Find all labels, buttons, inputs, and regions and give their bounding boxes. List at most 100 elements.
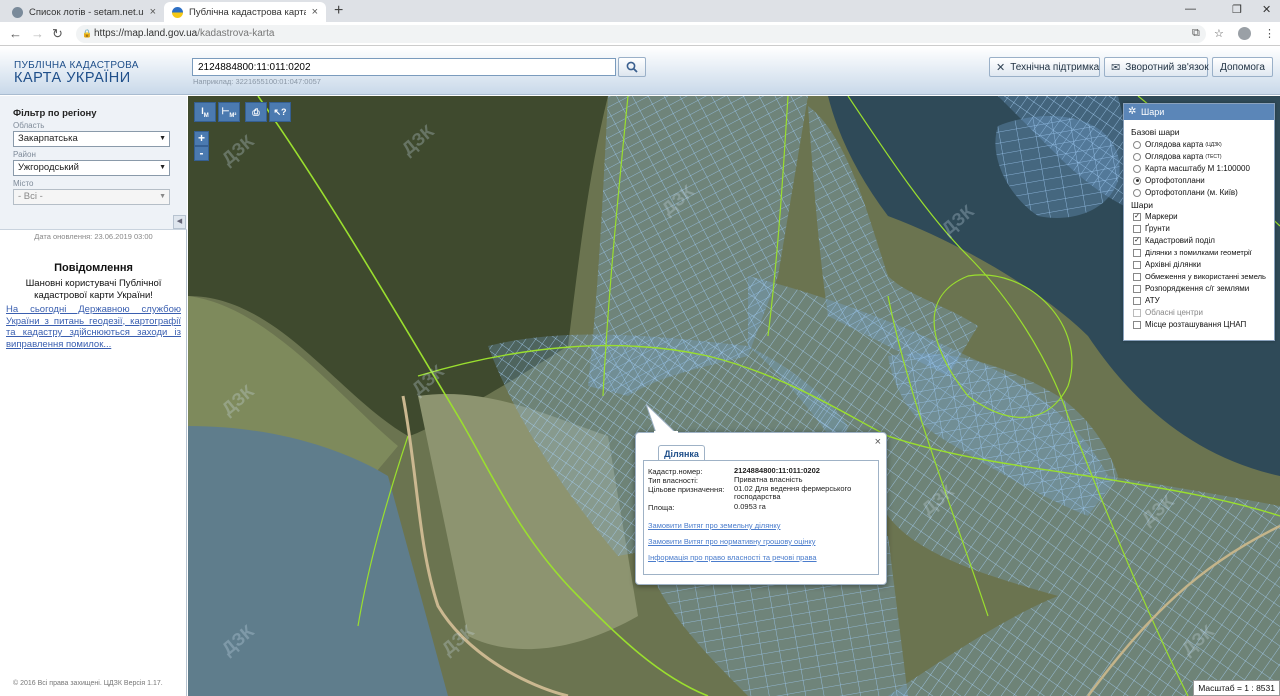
browser-tab-title: Публічна кадастрова карта Укр — [189, 6, 306, 18]
forward-arrow-icon[interactable]: → — [31, 26, 44, 42]
feedback-button[interactable]: ✉ Зворотний зв'язок — [1104, 57, 1209, 77]
checkbox[interactable] — [1133, 296, 1141, 305]
message-title: Повідомлення — [54, 262, 133, 274]
district-label: Район — [13, 150, 36, 159]
overlay-layer-option[interactable]: Архівні ділянки — [1133, 260, 1201, 269]
region-label: Область — [13, 121, 45, 130]
checkbox[interactable] — [1133, 248, 1141, 257]
url-field[interactable]: 🔒 https://map.land.gov.ua/kadastrova-kar… — [76, 25, 1206, 43]
overlay-layer-option[interactable]: ✓ Маркери — [1133, 212, 1178, 221]
radio-button[interactable] — [1133, 164, 1141, 173]
base-layer-sup: (ЦДЗК) — [1205, 141, 1222, 148]
envelope-icon: ✉ — [1111, 61, 1121, 74]
city-select[interactable]: - Всі - ▼ — [13, 189, 170, 205]
lock-icon: 🔒 — [82, 29, 92, 38]
checkbox-checked[interactable]: ✓ — [1133, 236, 1141, 245]
cadastral-search-input[interactable] — [192, 58, 616, 76]
base-layers-title: Базові шари — [1131, 127, 1180, 137]
measure-distance-button[interactable]: IM — [194, 102, 216, 122]
window-close-icon[interactable]: ✕ — [1262, 3, 1271, 16]
dropdown-arrow-icon: ▼ — [159, 193, 166, 200]
base-layer-label: Ортофотоплани (м. Київ) — [1145, 188, 1238, 197]
base-layer-label: Оглядова карта — [1145, 140, 1204, 149]
overlay-layer-option[interactable]: Обмеження у використанні земель — [1133, 272, 1266, 281]
overlay-layer-label: Кадастровий поділ — [1145, 236, 1215, 245]
area-ruler-icon: ⊢M² — [221, 105, 237, 119]
checkbox[interactable] — [1133, 320, 1141, 329]
help-button[interactable]: Допомога — [1212, 57, 1273, 77]
overlay-layer-label: Архівні ділянки — [1145, 260, 1201, 269]
new-tab-button[interactable]: + — [334, 2, 343, 20]
order-valuation-extract-link[interactable]: Замовити Витяг про нормативну грошову оц… — [648, 537, 815, 546]
print-button[interactable]: ⎙ — [245, 102, 267, 122]
close-icon[interactable]: × — [312, 6, 318, 18]
base-layer-option[interactable]: Оглядова карта (ТЕСТ) — [1133, 152, 1222, 161]
overlay-layer-option[interactable]: Місце розташування ЦНАП — [1133, 320, 1246, 329]
translate-icon[interactable]: ⧉ — [1192, 27, 1200, 40]
bookmark-star-icon[interactable]: ☆ — [1214, 27, 1224, 40]
base-layer-option[interactable]: Оглядова карта (ЦДЗК) — [1133, 140, 1222, 149]
site-logo-line2[interactable]: КАРТА УКРАЇНИ — [14, 70, 131, 86]
checkbox[interactable] — [1133, 260, 1141, 269]
overlay-layer-option[interactable]: Розпорядження с/г землями — [1133, 284, 1249, 293]
parcel-row-key: Кадастр.номер: — [648, 467, 703, 476]
help-button-label: Допомога — [1220, 61, 1265, 73]
menu-dots-icon[interactable]: ⋮ — [1264, 27, 1275, 40]
reload-icon[interactable]: ↻ — [52, 26, 63, 42]
overlay-layer-label: Місце розташування ЦНАП — [1145, 320, 1247, 329]
browser-tab[interactable]: Список лотів - setam.net.ua × — [4, 2, 164, 22]
checkbox[interactable] — [1133, 272, 1141, 281]
parcel-row-key: Цільове призначення: — [648, 485, 725, 494]
profile-avatar-icon[interactable] — [1238, 27, 1251, 40]
city-value: - Всі - — [18, 191, 43, 202]
identify-button[interactable]: ↖? — [269, 102, 291, 122]
checkbox-disabled[interactable] — [1133, 308, 1141, 317]
minimize-icon[interactable]: — — [1185, 3, 1196, 15]
search-button[interactable] — [618, 57, 646, 77]
radio-button[interactable] — [1133, 140, 1141, 149]
base-layer-option[interactable]: Ортофотоплани (м. Київ) — [1133, 188, 1238, 197]
checkbox[interactable] — [1133, 284, 1141, 293]
radio-button-selected[interactable] — [1133, 176, 1141, 185]
base-layer-sup: (ТЕСТ) — [1205, 153, 1222, 160]
copyright: © 2016 Всі права захищені. ЦДЗК Версія 1… — [13, 680, 163, 687]
district-select[interactable]: Ужгородський ▼ — [13, 160, 170, 176]
overlay-layer-option[interactable]: АТУ — [1133, 296, 1160, 305]
site-favicon-icon — [172, 6, 183, 18]
district-value: Ужгородський — [18, 162, 79, 173]
overlay-layer-option[interactable]: Ділянки з помилками геометрії — [1133, 248, 1252, 257]
base-layer-option[interactable]: Карта масштабу М 1:100000 — [1133, 164, 1250, 173]
base-layer-option[interactable]: Ортофотоплани — [1133, 176, 1205, 185]
checkbox[interactable] — [1133, 224, 1141, 233]
overlay-layer-option[interactable]: Ґрунти — [1133, 224, 1170, 233]
message-text: Шановні користувачі Публічної кадастрово… — [25, 278, 162, 301]
radio-button[interactable] — [1133, 152, 1141, 161]
radio-button[interactable] — [1133, 188, 1141, 197]
search-hint: Наприклад: 3221655100:01:047:0057 — [193, 77, 321, 86]
measure-area-button[interactable]: ⊢M² — [218, 102, 240, 122]
layers-panel-header[interactable]: ✲ Шари — [1124, 104, 1274, 120]
region-select[interactable]: Закарпатська ▼ — [13, 131, 170, 147]
ownership-info-link[interactable]: Інформація про право власності та речові… — [648, 553, 817, 562]
maximize-icon[interactable]: ❐ — [1232, 3, 1242, 16]
support-button[interactable]: ✕ Технічна підтримка — [989, 57, 1100, 77]
close-icon[interactable]: × — [875, 436, 881, 448]
checkbox-checked[interactable]: ✓ — [1133, 212, 1141, 221]
cursor-question-icon: ↖? — [273, 106, 287, 117]
browser-tab-active[interactable]: Публічна кадастрова карта Укр × — [164, 2, 326, 22]
region-filter: Фільтр по регіону Область Закарпатська ▼ … — [0, 96, 187, 230]
overlay-layer-option[interactable]: Обласні центри — [1133, 308, 1203, 317]
parcel-tab[interactable]: Ділянка — [658, 445, 705, 461]
back-arrow-icon[interactable]: ← — [9, 26, 22, 42]
collapse-panel-button[interactable]: ◀ — [173, 215, 186, 229]
orthophoto-map[interactable]: ДЗК ДЗК ДЗК ДЗК ДЗК ДЗК ДЗК ДЗК ДЗК ДЗК … — [188, 96, 1280, 696]
zoom-in-button[interactable]: + — [194, 131, 209, 146]
zoom-out-button[interactable]: - — [194, 146, 209, 161]
message-link[interactable]: На сьогодні Державною службою України з … — [6, 304, 181, 350]
close-icon[interactable]: × — [150, 6, 156, 18]
overlay-layer-option[interactable]: ✓ Кадастровий поділ — [1133, 236, 1215, 245]
base-layer-label: Карта масштабу М 1:100000 — [1145, 164, 1250, 173]
map-view[interactable]: ДЗК ДЗК ДЗК ДЗК ДЗК ДЗК ДЗК ДЗК ДЗК ДЗК … — [188, 96, 1280, 696]
base-layer-label: Ортофотоплани — [1145, 176, 1205, 185]
order-parcel-extract-link[interactable]: Замовити Витяг про земельну ділянку — [648, 521, 781, 530]
